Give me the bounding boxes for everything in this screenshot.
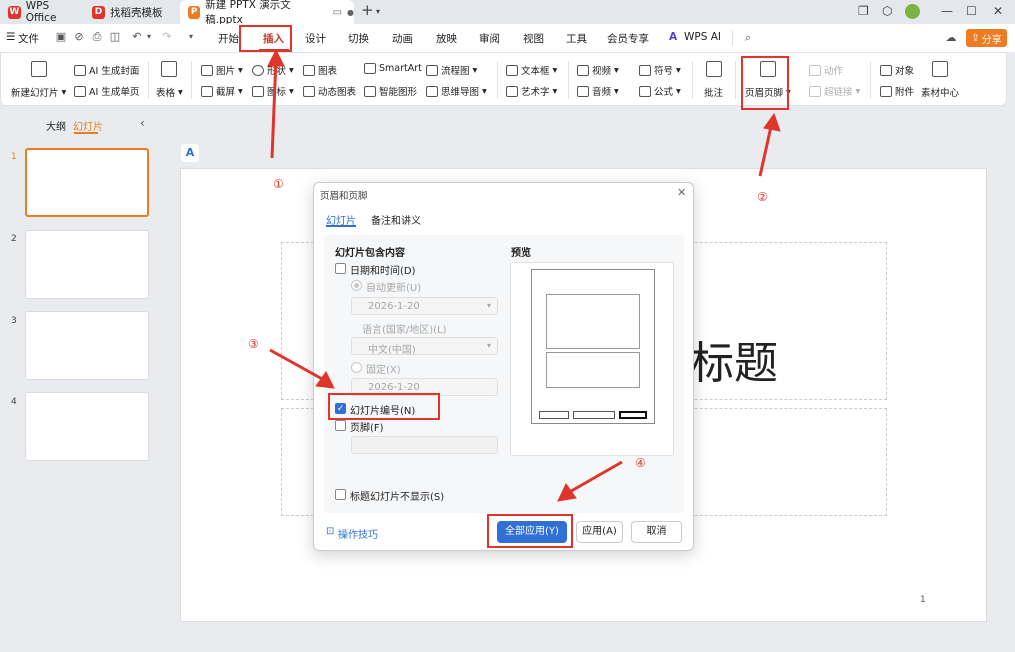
annotation-arrowhead — [267, 48, 285, 67]
annotation-arrowhead — [315, 371, 335, 389]
annotation-number-2: ② — [757, 190, 768, 204]
annotation-arrow-1 — [270, 57, 278, 159]
annotation-number-4: ④ — [635, 456, 646, 470]
annotation-arrow-4 — [565, 460, 623, 496]
annotation-arrowhead — [557, 483, 577, 502]
annotation-arrow-3 — [269, 348, 325, 382]
annotation-arrows — [267, 48, 781, 502]
annotation-number-1: ① — [273, 177, 284, 191]
annotation-number-3: ③ — [248, 337, 259, 351]
annotation-arrowhead — [763, 112, 781, 132]
annotation-arrow-2 — [758, 121, 774, 177]
